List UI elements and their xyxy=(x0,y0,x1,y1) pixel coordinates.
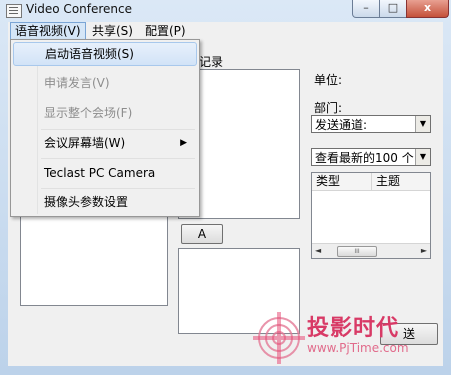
maximize-button[interactable]: □ xyxy=(379,0,407,18)
unit-label: 单位: xyxy=(314,73,343,87)
menu-item-start-av[interactable]: 启动语音视频(S) xyxy=(13,42,197,66)
voice-video-menu: 启动语音视频(S) 申请发言(V) 显示整个会场(F) 会议屏幕墙(W) ▶ T… xyxy=(10,39,200,217)
dept-label: 部门: xyxy=(314,101,343,115)
horizontal-scrollbar[interactable]: ◄ III ► xyxy=(312,243,430,258)
submenu-arrow-icon: ▶ xyxy=(180,138,187,148)
latest-filter-value: 查看最新的100 个 xyxy=(315,151,414,165)
pjtime-logo-icon xyxy=(253,312,305,364)
send-channel-value: 发送通道: xyxy=(315,118,368,132)
menu-item-camera-settings[interactable]: 摄像头参数设置 xyxy=(13,190,197,214)
scroll-thumb[interactable]: III xyxy=(337,246,377,257)
menu-item-request-speak: 申请发言(V) xyxy=(13,71,197,95)
watermark-text: 投影时代 xyxy=(307,316,400,341)
menu-divider xyxy=(41,158,195,159)
watermark: 投影时代 www.PjTime.com xyxy=(253,308,443,368)
menu-item-label: 申请发言(V) xyxy=(44,76,110,90)
menu-divider xyxy=(41,129,195,130)
menu-item-screen-wall[interactable]: 会议屏幕墙(W) ▶ xyxy=(13,131,197,155)
app-icon xyxy=(6,4,22,18)
menu-voice-video[interactable]: 语音视频(V) xyxy=(10,22,86,40)
menu-icon-column-divider xyxy=(37,42,38,214)
title-bar[interactable]: Video Conference – □ x xyxy=(0,0,451,22)
column-subject[interactable]: 主题 xyxy=(372,173,430,190)
menu-item-show-venue: 显示整个会场(F) xyxy=(13,101,197,125)
menu-divider xyxy=(41,188,195,189)
menu-item-label: Teclast PC Camera xyxy=(44,166,156,180)
chevron-down-icon[interactable]: ▼ xyxy=(415,116,430,132)
menu-item-label: 摄像头参数设置 xyxy=(44,195,129,209)
chevron-down-icon[interactable]: ▼ xyxy=(415,149,430,165)
app-window: Video Conference – □ x 语音视频(V) 共享(S) 配置(… xyxy=(0,0,451,375)
menu-share[interactable]: 共享(S) xyxy=(88,22,137,40)
column-type[interactable]: 类型 xyxy=(312,173,372,190)
send-channel-combo[interactable]: 发送通道: ▼ xyxy=(311,115,431,133)
font-a-button[interactable]: A xyxy=(181,224,223,244)
menu-item-label: 启动语音视频(S) xyxy=(45,47,134,61)
window-title: Video Conference xyxy=(26,2,133,16)
watermark-url: www.PjTime.com xyxy=(307,341,409,355)
list-header: 类型 主题 xyxy=(312,173,430,191)
menu-item-label: 会议屏幕墙(W) xyxy=(44,136,126,150)
menu-item-camera[interactable]: Teclast PC Camera xyxy=(13,161,197,185)
message-list[interactable]: 类型 主题 ◄ III ► xyxy=(311,172,431,259)
scroll-left-icon[interactable]: ◄ xyxy=(315,246,321,255)
latest-filter-combo[interactable]: 查看最新的100 个 ▼ xyxy=(311,148,431,166)
close-button[interactable]: x xyxy=(406,0,449,18)
menu-item-label: 显示整个会场(F) xyxy=(44,106,133,120)
minimize-button[interactable]: – xyxy=(352,0,380,18)
menu-config[interactable]: 配置(P) xyxy=(141,22,190,40)
scroll-right-icon[interactable]: ► xyxy=(421,246,427,255)
